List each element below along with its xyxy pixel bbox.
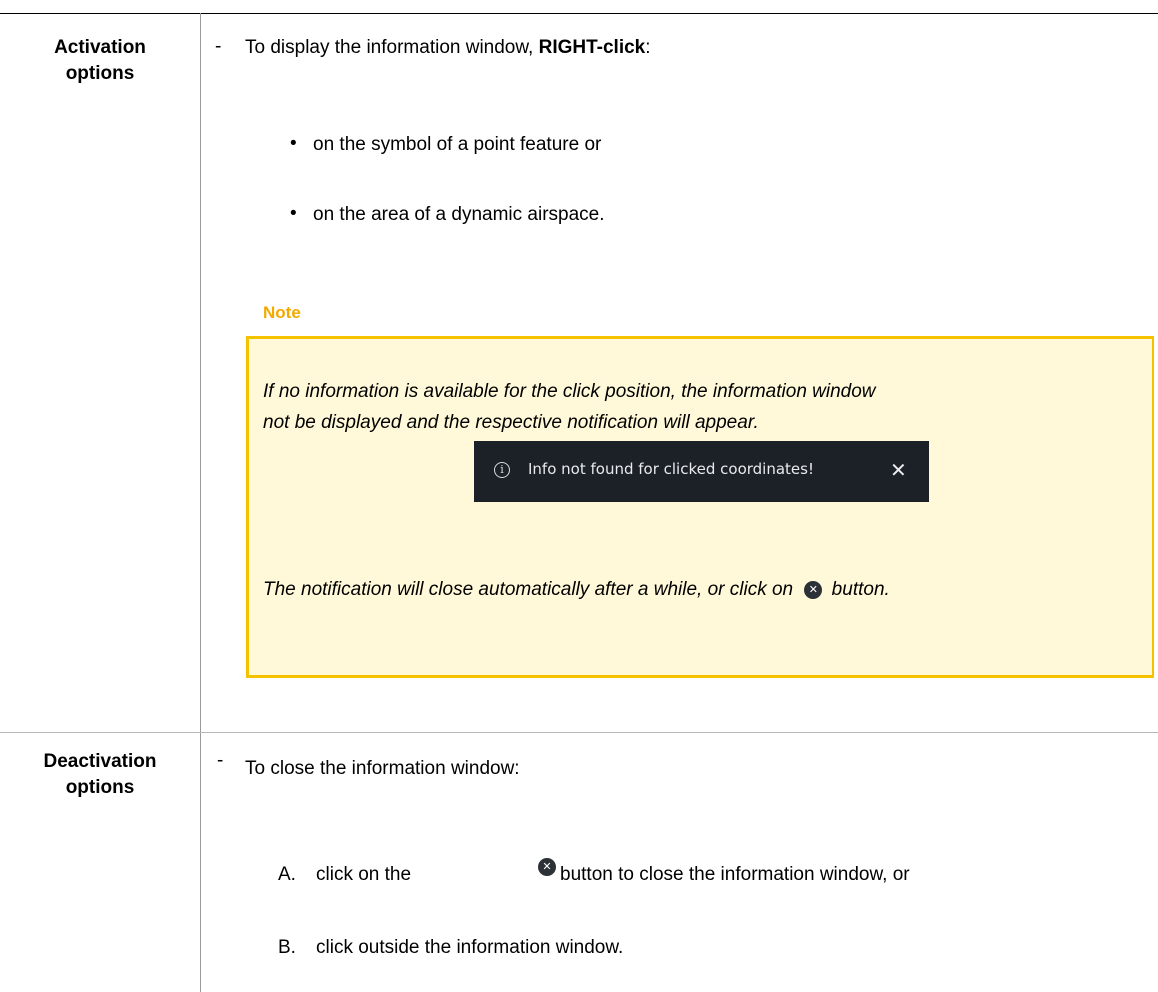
item-a-marker: A. — [278, 864, 296, 885]
note-title: Note — [263, 303, 301, 322]
deactivation-term-line2: options — [65, 777, 135, 798]
bullet-marker: • — [290, 133, 297, 154]
item-b-marker: B. — [278, 937, 296, 958]
item-a-suffix: button to close the information window, … — [560, 864, 910, 885]
note-closing-prefix: The notification will close automaticall… — [263, 579, 799, 600]
note-line1: If no information is available for the c… — [263, 381, 876, 402]
activation-intro-prefix: To display the information window, — [245, 37, 539, 58]
item-b-text: click outside the information window. — [316, 937, 624, 958]
activation-intro-suffix: : — [645, 37, 651, 58]
note-closing-suffix: button. — [826, 579, 890, 600]
toast-message: Info not found for clicked coordinates! — [528, 460, 814, 478]
activation-dash: - — [215, 36, 222, 57]
table-top-border — [0, 13, 1158, 14]
deactivation-term: Deactivation options — [0, 749, 200, 801]
item-a-prefix: click on the — [316, 864, 412, 885]
close-circle-icon: ✕ — [804, 581, 823, 599]
note-closing: The notification will close automaticall… — [263, 578, 890, 602]
bullet-item: on the area of a dynamic airspace. — [313, 204, 605, 225]
close-circle-icon: ✕ — [538, 858, 556, 876]
activation-term-line2: options — [65, 63, 135, 84]
notification-toast: i Info not found for clicked coordinates… — [474, 441, 929, 502]
document-page: Activation options - To display the info… — [0, 0, 1158, 992]
deactivation-intro: To close the information window: — [245, 758, 520, 779]
activation-term-line1: Activation — [54, 37, 146, 58]
close-icon[interactable]: ✕ — [890, 458, 907, 482]
info-icon: i — [494, 462, 510, 478]
activation-intro-bold: RIGHT-click — [538, 37, 646, 58]
activation-intro: To display the information window, RIGHT… — [245, 36, 651, 60]
note-line2: not be displayed and the respective noti… — [263, 412, 759, 433]
row-divider — [0, 732, 1158, 733]
bullet-marker: • — [290, 203, 297, 224]
deactivation-dash: - — [217, 750, 224, 771]
column-divider — [200, 13, 201, 992]
activation-term: Activation options — [0, 35, 200, 87]
deactivation-term-line1: Deactivation — [43, 751, 157, 772]
bullet-item: on the symbol of a point feature or — [313, 134, 602, 155]
